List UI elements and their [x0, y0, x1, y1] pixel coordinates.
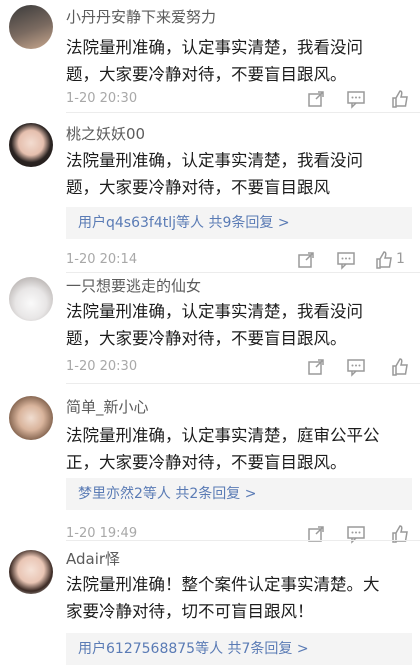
reply-summary-link[interactable]: 梦里亦然2等人 共2条回复 > — [66, 478, 412, 510]
comment-actions — [300, 89, 420, 109]
username[interactable]: 小丹丹安静下来爱努力 — [66, 6, 216, 27]
avatar[interactable] — [9, 550, 53, 594]
comment-icon[interactable] — [336, 250, 356, 270]
comment-text: 法院量刑准确，认定事实清楚，我看没问 题，大家要冷静对待，不要盲目跟风。 — [66, 38, 363, 84]
like-count: 1 — [396, 251, 405, 267]
comment-icon[interactable] — [346, 357, 366, 377]
share-icon[interactable] — [296, 250, 316, 270]
timestamp: 1-20 19:49 — [66, 526, 138, 541]
avatar[interactable] — [9, 396, 53, 440]
username[interactable]: Adair怿 — [66, 548, 120, 569]
chevron-right-icon: > — [244, 486, 257, 502]
timestamp: 1-20 20:30 — [66, 359, 138, 374]
username[interactable]: 简单_新小心 — [66, 396, 149, 417]
timestamp: 1-20 20:14 — [66, 252, 138, 267]
comment-2: 桃之妖妖00 法院量刑准确，认定事实清楚，我看没问 题，大家要冷静对待，不要盲目… — [0, 113, 420, 273]
share-icon[interactable] — [306, 89, 326, 109]
comment-1: 小丹丹安静下来爱努力 法院量刑准确，认定事实清楚，我看没问 题，大家要冷静对待，… — [0, 0, 420, 110]
comment-text: 法院量刑准确，认定事实清楚，庭审公平公 正，大家要冷静对待，不要盲目跟风。 — [66, 426, 380, 472]
avatar[interactable] — [9, 5, 53, 49]
reply-summary-link[interactable]: 用户6127568875等人 共7条回复 > — [66, 633, 412, 665]
like-icon[interactable] — [390, 357, 410, 377]
comment-3: 一只想要逃走的仙女 法院量刑准确，认定事实清楚，我看没问 题，大家要冷静对待，不… — [0, 273, 420, 383]
username[interactable]: 桃之妖妖00 — [66, 123, 145, 144]
comment-actions: 1 — [290, 250, 420, 270]
reply-summary-link[interactable]: 用户q4s63f4tlj等人 共9条回复 > — [66, 207, 412, 239]
like-icon[interactable] — [374, 250, 394, 270]
comment-icon[interactable] — [346, 89, 366, 109]
username[interactable]: 一只想要逃走的仙女 — [66, 275, 201, 296]
like-icon[interactable] — [390, 89, 410, 109]
timestamp: 1-20 20:30 — [66, 91, 138, 106]
chevron-right-icon: > — [277, 215, 290, 231]
comment-4: 简单_新小心 法院量刑准确，认定事实清楚，庭审公平公 正，大家要冷静对待，不要盲… — [0, 384, 420, 544]
avatar[interactable] — [9, 123, 53, 167]
comment-5: Adair怿 法院量刑准确！整个案件认定事实清楚。大 家要冷静对待，切不可盲目跟… — [0, 541, 420, 667]
comment-actions — [300, 357, 420, 377]
avatar[interactable] — [9, 277, 53, 321]
chevron-right-icon: > — [296, 641, 309, 657]
comment-text: 法院量刑准确，认定事实清楚，我看没问 题，大家要冷静对待，不要盲目跟风。 — [66, 302, 363, 348]
comment-text: 法院量刑准确，认定事实清楚，我看没问 题，大家要冷静对待，不要盲目跟风 — [66, 151, 363, 197]
comment-text: 法院量刑准确！整个案件认定事实清楚。大 家要冷静对待，切不可盲目跟风！ — [66, 575, 380, 621]
share-icon[interactable] — [306, 357, 326, 377]
